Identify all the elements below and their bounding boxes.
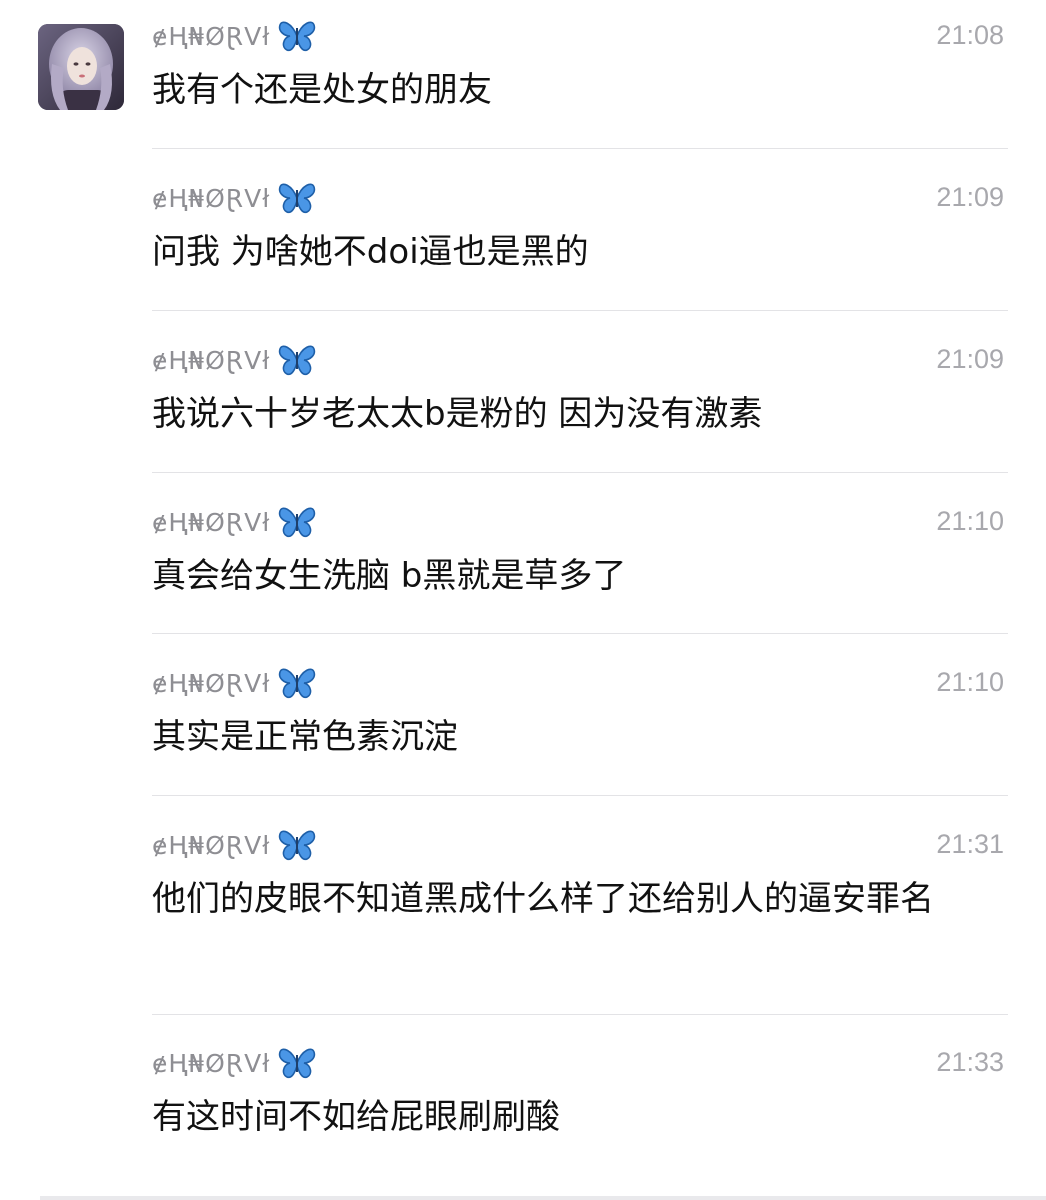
sender-name[interactable]: ɇⱧ₦ØⱤVł <box>152 184 270 213</box>
sender-row: ɇⱧ₦ØⱤVł <box>152 1043 316 1083</box>
message-item[interactable]: ɇⱧ₦ØⱤVł 21:08 我有个还是处女的朋友 <box>152 16 1008 126</box>
message-time: 21:08 <box>936 20 1004 50</box>
sender-name[interactable]: ɇⱧ₦ØⱤVł <box>152 831 270 860</box>
message-text: 问我 为啥她不doi逼也是黑的 <box>152 232 589 272</box>
message-text: 有这时间不如给屁眼刷刷酸 <box>152 1097 560 1137</box>
message-item[interactable]: ɇⱧ₦ØⱤVł 21:10 真会给女生洗脑 b黑就是草多了 <box>152 502 1008 612</box>
butterfly-icon <box>279 507 316 538</box>
message-divider <box>152 148 1008 149</box>
message-time: 21:10 <box>936 506 1004 536</box>
chat-thread: ɇⱧ₦ØⱤVł 21:08 我有个还是处女的朋友 ɇⱧ₦ØⱤVł 21:09 问… <box>0 0 1046 1200</box>
butterfly-icon <box>279 21 316 52</box>
butterfly-icon <box>279 668 316 699</box>
bottom-edge <box>40 1196 1046 1200</box>
message-time: 21:09 <box>936 344 1004 374</box>
sender-row: ɇⱧ₦ØⱤVł <box>152 825 316 865</box>
sender-name[interactable]: ɇⱧ₦ØⱤVł <box>152 1049 270 1078</box>
message-time: 21:10 <box>936 667 1004 697</box>
message-divider <box>152 310 1008 311</box>
message-item[interactable]: ɇⱧ₦ØⱤVł 21:09 我说六十岁老太太b是粉的 因为没有激素 <box>152 340 1008 450</box>
message-time: 21:33 <box>936 1047 1004 1077</box>
message-text: 真会给女生洗脑 b黑就是草多了 <box>152 556 627 596</box>
message-text: 他们的皮眼不知道黑成什么样了还给别人的逼安罪名 <box>152 879 934 919</box>
sender-name[interactable]: ɇⱧ₦ØⱤVł <box>152 346 270 375</box>
message-divider <box>152 1014 1008 1015</box>
message-item[interactable]: ɇⱧ₦ØⱤVł 21:09 问我 为啥她不doi逼也是黑的 <box>152 178 1008 288</box>
message-item[interactable]: ɇⱧ₦ØⱤVł 21:31 他们的皮眼不知道黑成什么样了还给别人的逼安罪名 <box>152 825 1008 995</box>
sender-name[interactable]: ɇⱧ₦ØⱤVł <box>152 508 270 537</box>
butterfly-icon <box>279 830 316 861</box>
sender-row: ɇⱧ₦ØⱤVł <box>152 502 316 542</box>
sender-row: ɇⱧ₦ØⱤVł <box>152 16 316 56</box>
message-text: 我说六十岁老太太b是粉的 因为没有激素 <box>152 394 763 434</box>
message-item[interactable]: ɇⱧ₦ØⱤVł 21:33 有这时间不如给屁眼刷刷酸 <box>152 1043 1008 1153</box>
sender-name[interactable]: ɇⱧ₦ØⱤVł <box>152 669 270 698</box>
butterfly-icon <box>279 1048 316 1079</box>
butterfly-icon <box>279 183 316 214</box>
message-time: 21:09 <box>936 182 1004 212</box>
sender-row: ɇⱧ₦ØⱤVł <box>152 340 316 380</box>
message-text: 我有个还是处女的朋友 <box>152 70 492 110</box>
message-item[interactable]: ɇⱧ₦ØⱤVł 21:10 其实是正常色素沉淀 <box>152 663 1008 773</box>
message-text: 其实是正常色素沉淀 <box>152 717 458 757</box>
message-time: 21:31 <box>936 829 1004 859</box>
sender-row: ɇⱧ₦ØⱤVł <box>152 178 316 218</box>
user-avatar[interactable] <box>38 24 124 110</box>
butterfly-icon <box>279 345 316 376</box>
message-divider <box>152 472 1008 473</box>
message-divider <box>152 795 1008 796</box>
sender-row: ɇⱧ₦ØⱤVł <box>152 663 316 703</box>
message-divider <box>152 633 1008 634</box>
sender-name[interactable]: ɇⱧ₦ØⱤVł <box>152 22 270 51</box>
